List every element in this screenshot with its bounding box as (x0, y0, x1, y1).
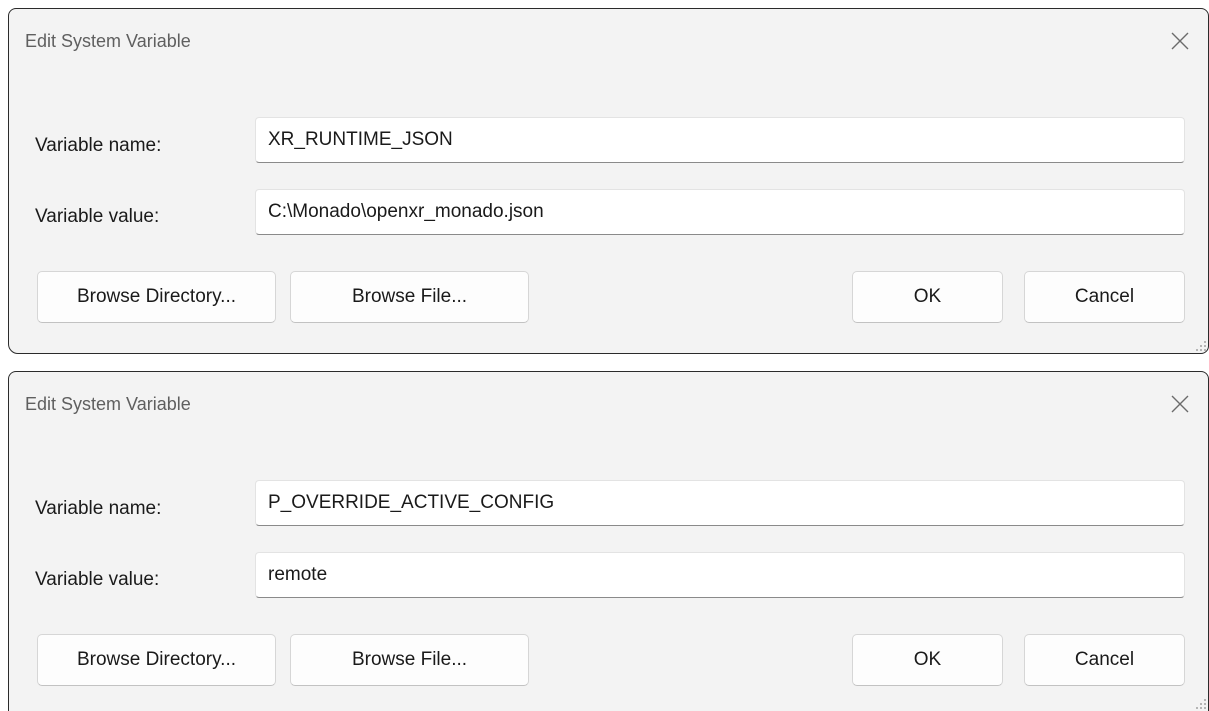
variable-name-input[interactable]: P_OVERRIDE_ACTIVE_CONFIG (255, 480, 1185, 526)
cancel-button[interactable]: Cancel (1024, 271, 1185, 323)
browse-file-button[interactable]: Browse File... (290, 634, 529, 686)
dialog-title: Edit System Variable (25, 394, 191, 414)
browse-file-button[interactable]: Browse File... (290, 271, 529, 323)
variable-name-label: Variable name: (35, 135, 162, 156)
ok-button[interactable]: OK (852, 634, 1003, 686)
browse-directory-button[interactable]: Browse Directory... (37, 271, 276, 323)
variable-value-label: Variable value: (35, 569, 160, 590)
close-button[interactable] (1168, 392, 1192, 416)
close-button[interactable] (1168, 29, 1192, 53)
resize-grip[interactable] (1194, 697, 1206, 709)
variable-value-label: Variable value: (35, 206, 160, 227)
edit-system-variable-dialog: Edit System Variable Variable name: P_OV… (8, 371, 1209, 711)
variable-value-input[interactable]: remote (255, 552, 1185, 598)
variable-name-label: Variable name: (35, 498, 162, 519)
edit-system-variable-dialog: Edit System Variable Variable name: XR_R… (8, 8, 1209, 354)
variable-value-input[interactable]: C:\Monado\openxr_monado.json (255, 189, 1185, 235)
close-icon (1168, 29, 1192, 53)
dialog-title: Edit System Variable (25, 31, 191, 51)
ok-button[interactable]: OK (852, 271, 1003, 323)
browse-directory-button[interactable]: Browse Directory... (37, 634, 276, 686)
cancel-button[interactable]: Cancel (1024, 634, 1185, 686)
resize-grip[interactable] (1194, 339, 1206, 351)
variable-name-input[interactable]: XR_RUNTIME_JSON (255, 117, 1185, 163)
close-icon (1168, 392, 1192, 416)
